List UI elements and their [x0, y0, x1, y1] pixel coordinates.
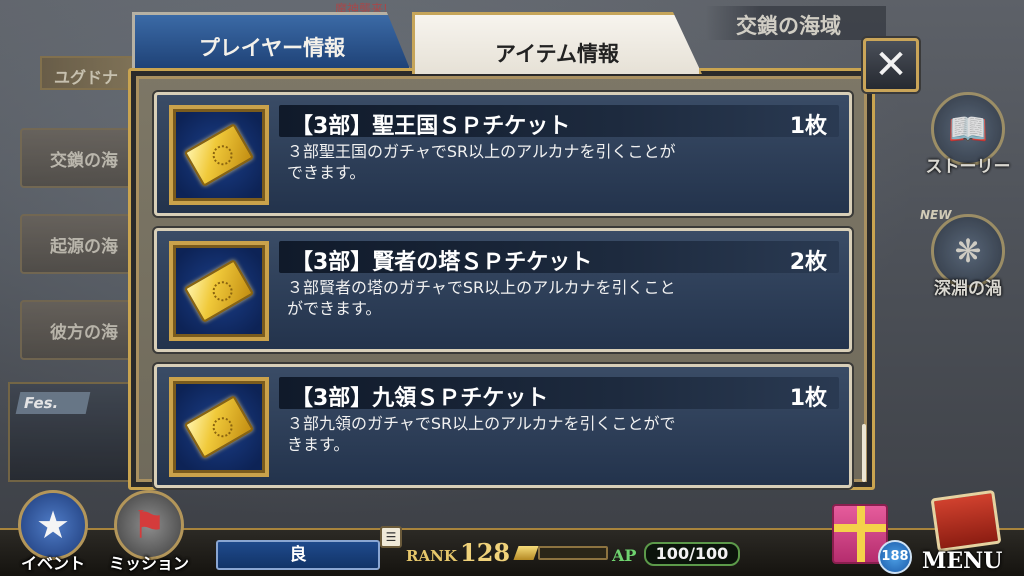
scrollbar-thumb[interactable] [862, 424, 866, 482]
event-label: イベント [20, 554, 85, 573]
story-label: ストーリー [925, 157, 1011, 177]
ap-value: 100/100 [644, 542, 740, 566]
tab-player-info[interactable]: プレイヤー情報 [132, 12, 412, 74]
abyss-button[interactable]: NEW ❋ 深淵の渦 [918, 208, 1018, 314]
gold-ticket-icon [183, 123, 255, 187]
chat-icon[interactable]: ☰ [380, 526, 402, 548]
new-badge: NEW [920, 208, 952, 222]
area-item-3[interactable]: 彼方の海 [20, 300, 140, 360]
item-name-bar: 【3部】聖王国ＳＰチケット 1枚 [279, 105, 839, 139]
item-description: ３部賢者の塔のガチャでSR以上のアルカナを引くことができます。 [287, 278, 676, 318]
item-thumbnail [169, 105, 269, 205]
gift-count-badge: 188 [878, 540, 912, 574]
rank-value: 128 [460, 538, 511, 567]
item-thumbnail [169, 377, 269, 477]
fes-label: Fes. [15, 392, 91, 414]
item-description: ３部聖王国のガチャでSR以上のアルカナを引くことができます。 [287, 142, 676, 182]
item-thumbnail [169, 241, 269, 341]
list-item[interactable]: 【3部】九領ＳＰチケット 1枚 ３部九領のガチャでSR以上のアルカナを引くことが… [154, 364, 852, 488]
tab-item-info[interactable]: アイテム情報 [412, 12, 702, 74]
area-item-1[interactable]: 交鎖の海 [20, 128, 140, 188]
item-name: 【3部】聖王国ＳＰチケット [291, 114, 571, 139]
ap-label: AP [612, 546, 637, 565]
abyss-label: 深淵の渦 [934, 279, 1002, 299]
close-button[interactable]: ✕ [863, 38, 919, 92]
item-name-bar: 【3部】九領ＳＰチケット 1枚 [279, 377, 839, 411]
item-description: ３部九領のガチャでSR以上のアルカナを引くことができます。 [287, 414, 676, 454]
rank-exp-bar [538, 546, 608, 560]
item-name: 【3部】賢者の塔ＳＰチケット [291, 250, 593, 275]
item-quantity: 1枚 [789, 114, 827, 139]
rank-label: RANK [406, 547, 457, 565]
item-name: 【3部】九領ＳＰチケット [291, 386, 549, 411]
gold-ticket-icon [183, 259, 255, 323]
item-name-bar: 【3部】賢者の塔ＳＰチケット 2枚 [279, 241, 839, 275]
item-quantity: 1枚 [789, 386, 827, 411]
area-item-2[interactable]: 起源の海 [20, 214, 140, 274]
fes-banner[interactable]: Fes. [8, 382, 138, 482]
item-quantity: 2枚 [789, 250, 827, 275]
menu-button[interactable]: MENU [922, 548, 1002, 574]
gold-ticket-icon [183, 395, 255, 459]
status-indicator[interactable]: 良 [216, 540, 380, 570]
menu-book-icon[interactable] [930, 489, 1002, 553]
mission-label: ミッション [108, 554, 189, 573]
story-button[interactable]: 📖 ストーリー [918, 92, 1018, 192]
list-item[interactable]: 【3部】賢者の塔ＳＰチケット 2枚 ３部賢者の塔のガチャでSR以上のアルカナを引… [154, 228, 852, 352]
event-button[interactable]: ★ イベント [8, 490, 98, 576]
mission-button[interactable]: ⚑ ミッション [104, 490, 194, 576]
list-item[interactable]: 【3部】聖王国ＳＰチケット 1枚 ３部聖王国のガチャでSR以上のアルカナを引くこ… [154, 92, 852, 216]
